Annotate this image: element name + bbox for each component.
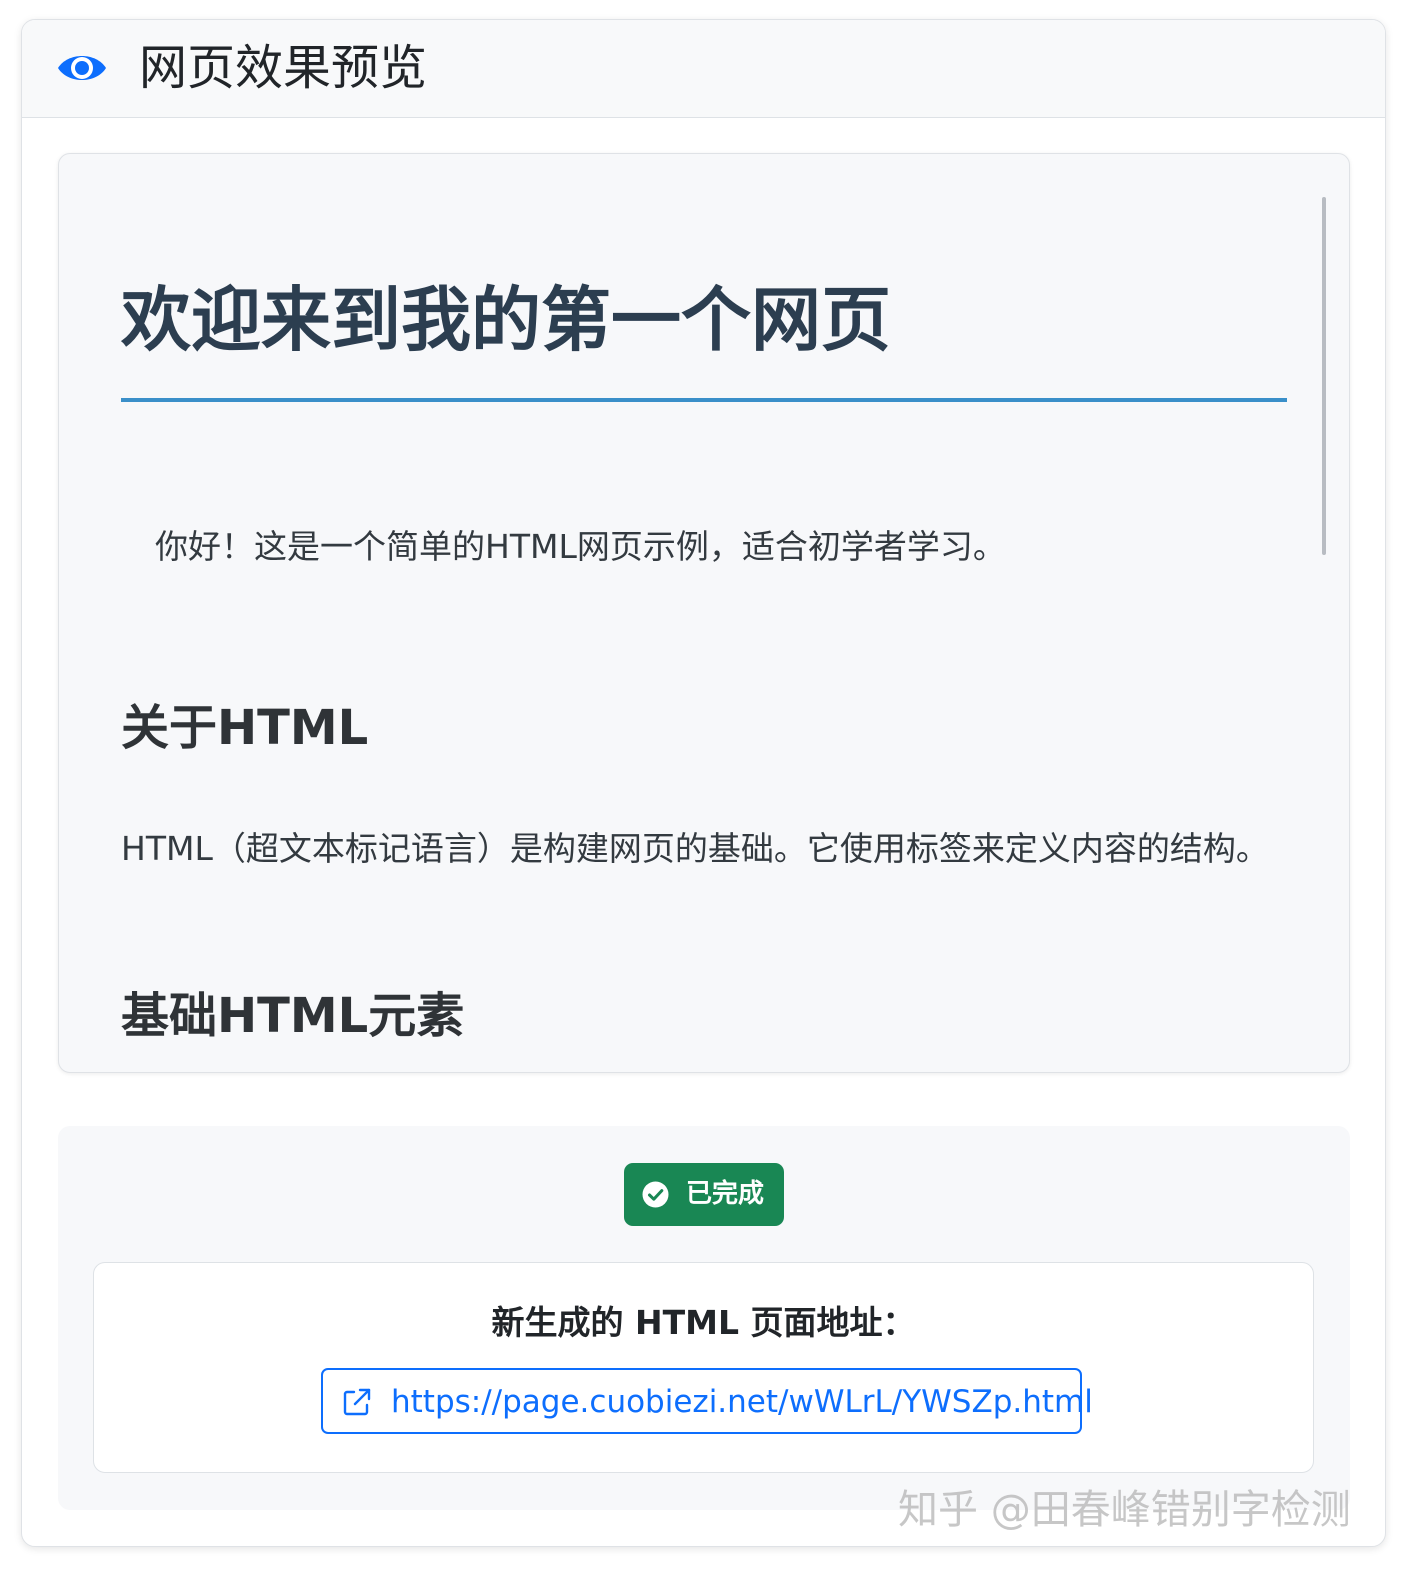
status-badge: 已完成: [624, 1163, 784, 1226]
preview-card: 网页效果预览 欢迎来到我的第一个网页 你好！这是一个简单的HTML网页示例，适合…: [21, 19, 1386, 1547]
eye-icon: [56, 48, 108, 88]
preview-heading: 欢迎来到我的第一个网页: [121, 279, 891, 361]
status-badge-label: 已完成: [686, 1179, 765, 1209]
url-text: https://page.cuobiezi.net/wWLrL/YWSZp.ht…: [391, 1384, 1093, 1420]
section-about-text: HTML（超文本标记语言）是构建网页的基础。它使用标签来定义内容的结构。: [121, 829, 1269, 868]
external-link-icon: [341, 1386, 373, 1418]
page-title: 网页效果预览: [139, 40, 428, 96]
preview-intro-text: 你好！这是一个简单的HTML网页示例，适合初学者学习。: [155, 527, 1006, 566]
watermark: 知乎 @田春峰错别字检测: [898, 1487, 1351, 1533]
heading-divider: [121, 398, 1287, 402]
card-header: 网页效果预览: [22, 20, 1385, 118]
url-box: 新生成的 HTML 页面地址： https://page.cuobiezi.ne…: [93, 1262, 1314, 1473]
url-label: 新生成的 HTML 页面地址：: [491, 1303, 916, 1342]
section-about-title: 关于HTML: [121, 700, 369, 756]
status-panel: 已完成 新生成的 HTML 页面地址： https://page.cuobiez…: [58, 1126, 1350, 1510]
preview-frame[interactable]: 欢迎来到我的第一个网页 你好！这是一个简单的HTML网页示例，适合初学者学习。 …: [58, 153, 1350, 1073]
section-basic-title: 基础HTML元素: [121, 988, 465, 1044]
generated-page-link[interactable]: https://page.cuobiezi.net/wWLrL/YWSZp.ht…: [321, 1368, 1093, 1434]
check-circle-icon: [641, 1180, 670, 1209]
scrollbar[interactable]: [1322, 197, 1326, 555]
